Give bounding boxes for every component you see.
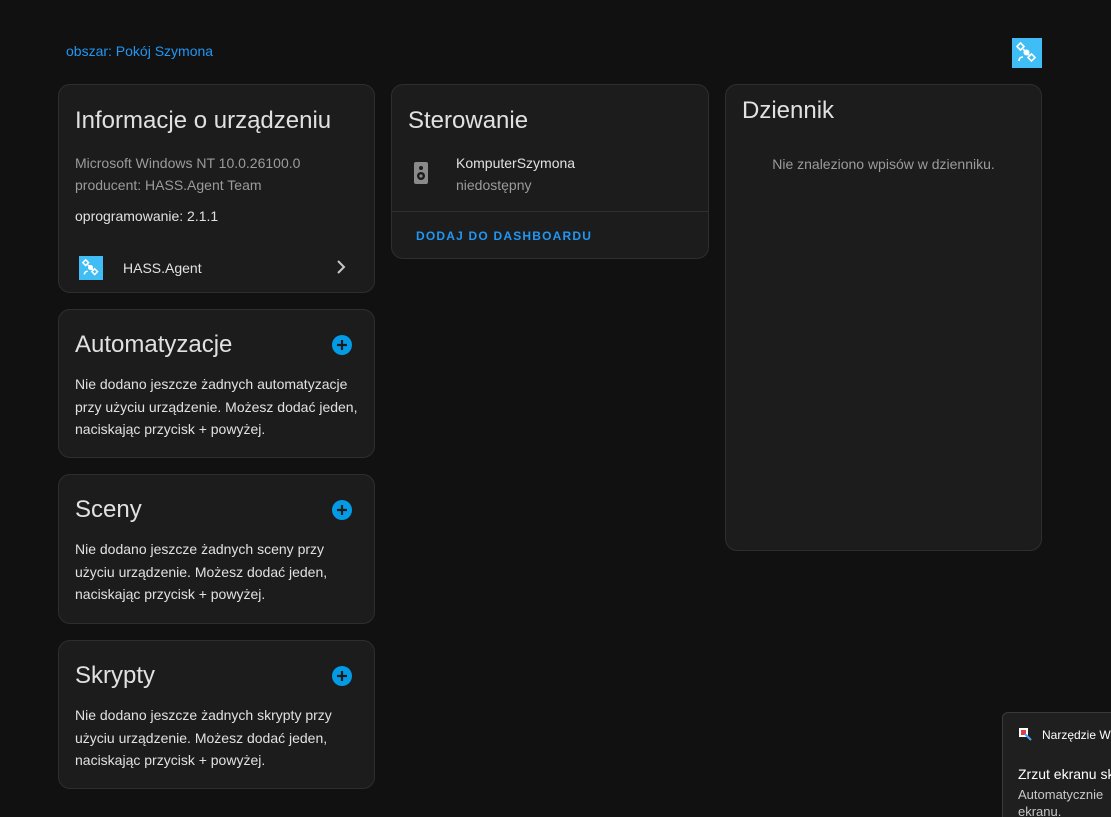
toast-title: Zrzut ekranu sk bbox=[1018, 766, 1111, 782]
divider bbox=[392, 211, 708, 212]
automations-card: Automatyzacje Nie dodano jeszcze żadnych… bbox=[58, 309, 375, 458]
satellite-icon bbox=[82, 259, 99, 276]
speaker-icon bbox=[414, 162, 428, 184]
entity-row[interactable]: KomputerSzymona niedostępny bbox=[392, 151, 708, 197]
controls-title: Sterowanie bbox=[408, 107, 529, 134]
add-script-button[interactable] bbox=[332, 666, 352, 686]
toast-body-line: Automatycznie bbox=[1018, 787, 1104, 802]
entity-state: niedostępny bbox=[456, 177, 532, 193]
add-scene-button[interactable] bbox=[332, 500, 352, 520]
device-info-card: Informacje o urządzeniu Microsoft Window… bbox=[58, 84, 375, 293]
area-link[interactable]: obszar: Pokój Szymona bbox=[66, 43, 213, 59]
toast-body: Automatycznie ekranu. bbox=[1018, 786, 1111, 817]
scenes-title: Sceny bbox=[75, 496, 142, 523]
chevron-right-icon bbox=[337, 260, 346, 274]
plus-icon bbox=[337, 671, 347, 681]
add-automation-button[interactable] bbox=[332, 335, 352, 355]
entity-name: KomputerSzymona bbox=[456, 155, 576, 171]
controls-card: Sterowanie KomputerSzymona niedostępny D… bbox=[391, 84, 709, 259]
logbook-card: Dziennik Nie znaleziono wpisów w dzienni… bbox=[725, 84, 1042, 551]
plus-icon bbox=[337, 340, 347, 350]
add-to-dashboard-button[interactable]: DODAJ DO DASHBOARDU bbox=[408, 225, 600, 247]
device-info-title: Informacje o urządzeniu bbox=[75, 107, 332, 134]
satellite-icon bbox=[1016, 42, 1037, 63]
toast-body-line: ekranu. bbox=[1018, 804, 1062, 817]
integration-row-hass-agent[interactable]: HASS.Agent bbox=[59, 245, 374, 291]
scripts-title: Skrypty bbox=[75, 662, 156, 689]
plus-icon bbox=[337, 505, 347, 515]
notification-toast[interactable]: Narzędzie W Zrzut ekranu sk Automatyczni… bbox=[1002, 712, 1111, 817]
scripts-empty-text: Nie dodano jeszcze żadnych skrypty przy … bbox=[75, 707, 332, 768]
scripts-card: Skrypty Nie dodano jeszcze żadnych skryp… bbox=[58, 640, 375, 789]
snipping-tool-icon bbox=[1019, 728, 1032, 741]
device-model: Microsoft Windows NT 10.0.26100.0 bbox=[75, 155, 301, 171]
device-manufacturer: producent: HASS.Agent Team bbox=[75, 177, 262, 193]
integration-label: HASS.Agent bbox=[123, 260, 202, 276]
scenes-empty-text: Nie dodano jeszcze żadnych sceny przy uż… bbox=[75, 541, 328, 602]
logbook-title: Dziennik bbox=[742, 97, 835, 124]
hass-agent-integration-logo bbox=[79, 256, 103, 280]
hass-agent-logo bbox=[1012, 38, 1042, 68]
device-page: obszar: Pokój Szymona Informacje o urząd… bbox=[0, 0, 1111, 817]
logbook-empty-text: Nie znaleziono wpisów w dzienniku. bbox=[772, 156, 995, 172]
device-firmware: oprogramowanie: 2.1.1 bbox=[75, 208, 219, 224]
scenes-card: Sceny Nie dodano jeszcze żadnych sceny p… bbox=[58, 474, 375, 624]
automations-title: Automatyzacje bbox=[75, 331, 233, 358]
toast-app-name: Narzędzie W bbox=[1042, 728, 1111, 742]
automations-empty-text: Nie dodano jeszcze żadnych automatyzacje… bbox=[75, 376, 358, 437]
